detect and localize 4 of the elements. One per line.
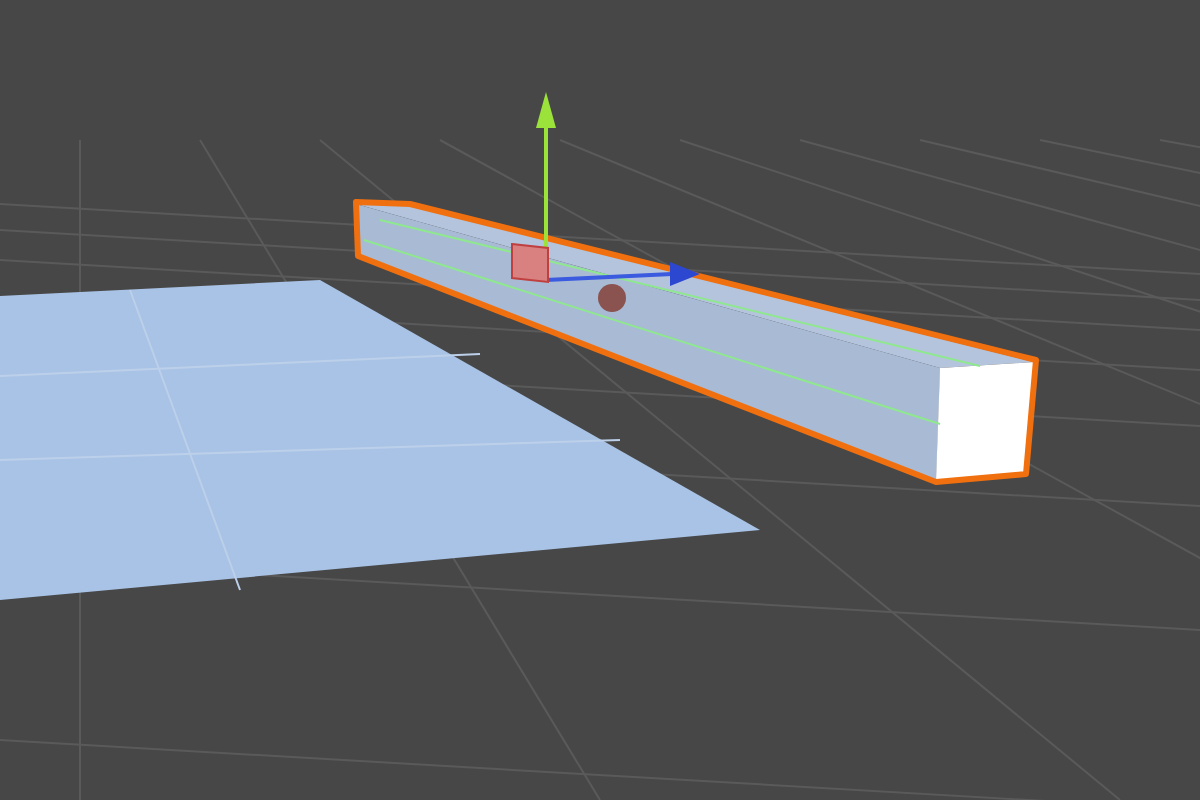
move-gizmo-drawing[interactable] bbox=[511, 92, 700, 312]
scene-viewport[interactable] bbox=[0, 0, 1200, 800]
plane-drawing[interactable] bbox=[0, 280, 760, 600]
box-drawing[interactable] bbox=[353, 199, 1039, 485]
